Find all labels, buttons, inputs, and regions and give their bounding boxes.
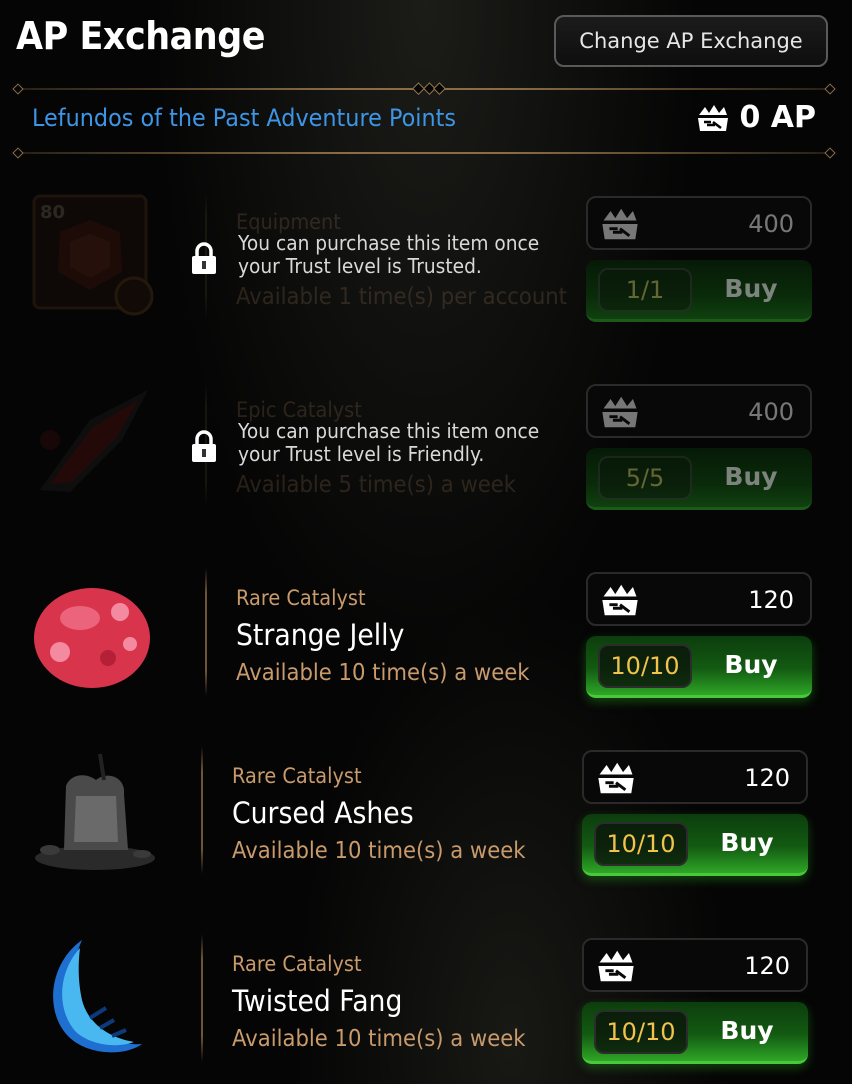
item-availability: Available 10 time(s) a week bbox=[232, 838, 526, 864]
lock-icon bbox=[192, 242, 216, 274]
buy-label: Buy bbox=[724, 274, 778, 303]
item-availability: Available 10 time(s) a week bbox=[236, 660, 530, 686]
buy-button[interactable]: 10/10 Buy bbox=[582, 814, 808, 876]
item-name: Twisted Fang bbox=[232, 984, 403, 1018]
price-value: 400 bbox=[748, 398, 794, 426]
adventure-points-icon bbox=[598, 762, 634, 794]
change-ap-exchange-button[interactable]: Change AP Exchange bbox=[554, 15, 828, 67]
cursed-ashes-icon bbox=[35, 753, 155, 870]
item-category: Rare Catalyst bbox=[232, 952, 362, 976]
price-value: 120 bbox=[748, 586, 794, 614]
buy-label: Buy bbox=[724, 650, 778, 679]
buy-button[interactable]: 10/10 Buy bbox=[582, 1002, 808, 1064]
list-item: Rare Catalyst Strange Jelly Available 10… bbox=[0, 546, 852, 716]
purchase-count: 10/10 bbox=[594, 1010, 688, 1054]
price-box: 120 bbox=[582, 750, 808, 804]
strange-jelly-icon bbox=[34, 588, 150, 688]
price-box: 120 bbox=[586, 572, 812, 626]
subheader-divider bbox=[12, 147, 836, 159]
ap-balance: 0 AP bbox=[695, 100, 816, 135]
buy-label: Buy bbox=[720, 1016, 774, 1045]
adventure-points-icon bbox=[602, 208, 638, 240]
item-availability: Available 1 time(s) per account bbox=[236, 284, 567, 310]
adventure-points-icon bbox=[598, 950, 634, 982]
level-badge: 80 bbox=[40, 202, 65, 223]
adventure-points-icon bbox=[602, 396, 638, 428]
event-name: Lefundos of the Past Adventure Points bbox=[32, 104, 457, 132]
price-box: 120 bbox=[582, 938, 808, 992]
row-divider bbox=[201, 746, 203, 874]
purchase-count: 10/10 bbox=[598, 644, 692, 688]
list-item: 80 Equipment Available 1 time(s) per acc… bbox=[0, 170, 852, 340]
buy-label: Buy bbox=[724, 462, 778, 491]
adventure-points-icon bbox=[698, 104, 729, 131]
lock-icon bbox=[192, 430, 216, 462]
item-availability: Available 5 time(s) a week bbox=[236, 472, 517, 498]
purchase-count: 10/10 bbox=[594, 822, 688, 866]
list-item: Epic Catalyst Available 5 time(s) a week… bbox=[0, 358, 852, 528]
buy-button[interactable]: 10/10 Buy bbox=[586, 636, 812, 698]
item-name: Strange Jelly bbox=[236, 618, 405, 652]
lock-message: You can purchase this item once your Tru… bbox=[238, 419, 540, 466]
row-divider bbox=[201, 934, 203, 1062]
list-item: Rare Catalyst Cursed Ashes Available 10 … bbox=[0, 724, 852, 894]
buy-button[interactable]: 5/5 Buy bbox=[586, 448, 812, 510]
twisted-fang-icon bbox=[53, 940, 142, 1053]
item-name: Cursed Ashes bbox=[232, 796, 414, 830]
adventure-points-icon bbox=[602, 584, 638, 616]
equipment-armor-icon: 80 bbox=[32, 194, 154, 316]
price-box: 400 bbox=[586, 384, 812, 438]
item-category: Rare Catalyst bbox=[236, 586, 366, 610]
price-value: 120 bbox=[744, 952, 790, 980]
buy-label: Buy bbox=[720, 828, 774, 857]
price-box: 400 bbox=[586, 196, 812, 250]
purchase-count: 5/5 bbox=[598, 456, 692, 500]
header-divider bbox=[12, 81, 836, 95]
page-title: AP Exchange bbox=[16, 14, 266, 58]
price-value: 120 bbox=[744, 764, 790, 792]
item-availability: Available 10 time(s) a week bbox=[232, 1026, 526, 1052]
ap-balance-value: 0 AP bbox=[739, 100, 816, 135]
row-divider bbox=[205, 568, 207, 696]
item-category: Rare Catalyst bbox=[232, 764, 362, 788]
price-value: 400 bbox=[748, 210, 794, 238]
purchase-count: 1/1 bbox=[598, 268, 692, 312]
lock-message: You can purchase this item once your Tru… bbox=[238, 231, 540, 278]
buy-button[interactable]: 1/1 Buy bbox=[586, 260, 812, 322]
list-item: Rare Catalyst Twisted Fang Available 10 … bbox=[0, 912, 852, 1082]
epic-catalyst-icon bbox=[40, 390, 148, 492]
